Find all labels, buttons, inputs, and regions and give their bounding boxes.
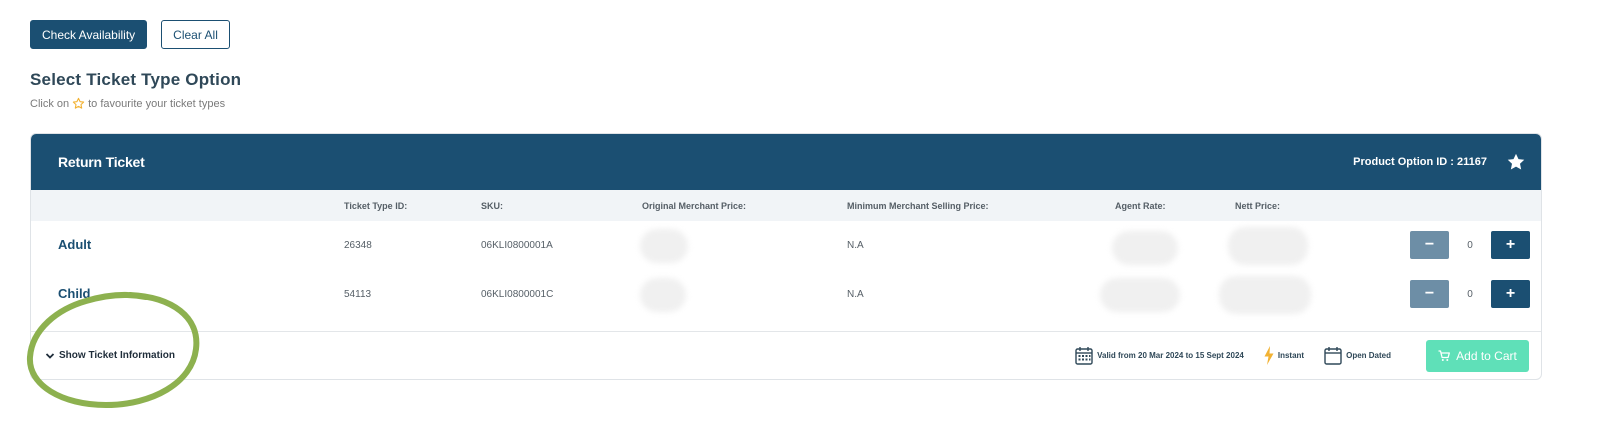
card-header-right: Product Option ID : 21167: [1353, 151, 1527, 173]
quantity-value: 0: [1467, 239, 1473, 251]
min-selling-price: N.A: [847, 289, 864, 300]
original-price-redacted: [640, 229, 688, 263]
decrease-quantity-button[interactable]: −: [1410, 231, 1449, 259]
increase-quantity-button[interactable]: +: [1491, 231, 1530, 259]
calendar-icon: [1075, 347, 1093, 365]
open-dated-text: Open Dated: [1346, 351, 1391, 360]
show-ticket-information-toggle[interactable]: Show Ticket Information: [45, 350, 175, 361]
col-agent-rate: Agent Rate:: [1115, 201, 1166, 211]
hint-prefix: Click on: [30, 97, 70, 110]
ticket-row-child: Child 54113 06KLI0800001C N.A − 0 +: [31, 270, 1541, 319]
agent-rate-redacted: [1112, 231, 1178, 265]
increase-quantity-button[interactable]: +: [1491, 280, 1530, 308]
add-to-cart-button[interactable]: Add to Cart: [1426, 339, 1529, 372]
instant-text: Instant: [1277, 351, 1305, 360]
card-footer: Show Ticket Information Valid from 20 Ma…: [31, 331, 1541, 379]
ticket-type-id: 54113: [344, 289, 372, 300]
cart-icon: [1438, 349, 1451, 361]
quantity-stepper: − 0 +: [1410, 231, 1530, 259]
min-selling-price: N.A: [847, 240, 864, 251]
original-price-redacted: [640, 278, 686, 312]
lightning-icon: [1264, 346, 1274, 365]
column-header-row: Ticket Type ID: SKU: Original Merchant P…: [31, 190, 1541, 221]
top-actions: Check Availability Clear All: [30, 20, 230, 49]
col-nett-price: Nett Price:: [1235, 201, 1281, 211]
favourite-star-icon[interactable]: [1505, 151, 1527, 173]
sku: 06KLI0800001C: [481, 289, 554, 300]
card-title: Return Ticket: [58, 154, 145, 170]
product-option-id: Product Option ID : 21167: [1353, 156, 1487, 168]
agent-rate-redacted: [1100, 278, 1180, 312]
quantity-value: 0: [1467, 288, 1473, 300]
open-dated-info: Open Dated: [1324, 346, 1391, 365]
footer-meta: Valid from 20 Mar 2024 to 15 Sept 2024 I…: [1075, 339, 1529, 372]
ticket-name: Child: [58, 286, 91, 301]
sku: 06KLI0800001A: [481, 240, 553, 251]
col-original-merchant-price: Original Merchant Price:: [642, 201, 747, 211]
ticket-row-adult: Adult 26348 06KLI0800001A N.A − 0 +: [31, 221, 1541, 270]
ticket-name: Adult: [58, 237, 92, 252]
clear-all-button[interactable]: Clear All: [161, 20, 230, 49]
nett-price-redacted: [1219, 276, 1311, 314]
col-minimum-merchant-selling-price: Minimum Merchant Selling Price:: [847, 201, 989, 211]
hint-suffix: to favourite your ticket types: [88, 97, 226, 110]
show-ticket-information-label: Show Ticket Information: [59, 350, 175, 361]
ticket-option-card: Return Ticket Product Option ID : 21167 …: [30, 133, 1542, 380]
chevron-down-icon: [45, 352, 55, 359]
instant-info: Instant: [1264, 346, 1304, 365]
section-title: Select Ticket Type Option: [30, 70, 242, 89]
validity-info: Valid from 20 Mar 2024 to 15 Sept 2024: [1075, 346, 1244, 365]
card-header: Return Ticket Product Option ID : 21167: [31, 134, 1541, 190]
quantity-stepper: − 0 +: [1410, 280, 1530, 308]
decrease-quantity-button[interactable]: −: [1410, 280, 1449, 308]
calendar-blank-icon: [1324, 347, 1342, 365]
nett-price-redacted: [1228, 227, 1308, 265]
validity-text: Valid from 20 Mar 2024 to 15 Sept 2024: [1097, 351, 1244, 360]
ticket-type-id: 26348: [344, 240, 372, 251]
col-ticket-type-id: Ticket Type ID:: [344, 201, 408, 211]
check-availability-button[interactable]: Check Availability: [30, 20, 148, 49]
star-outline-icon: [72, 97, 85, 109]
add-to-cart-label: Add to Cart: [1456, 348, 1517, 363]
section-hint: Click on to favourite your ticket types: [30, 97, 225, 110]
col-sku: SKU:: [481, 201, 503, 211]
